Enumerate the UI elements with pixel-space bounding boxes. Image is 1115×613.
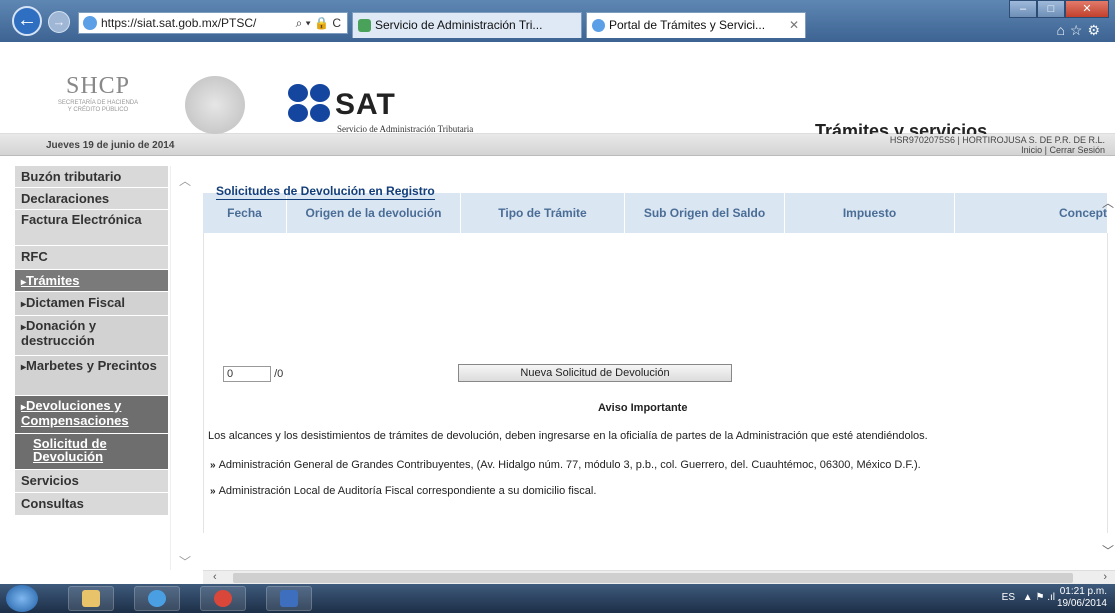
- pager: 0 /0: [223, 366, 283, 382]
- site-header: SHCP SECRETARÍA DE HACIENDA Y CRÉDITO PÚ…: [0, 42, 1115, 141]
- main-content: Fecha Origen de la devolución Tipo de Tr…: [203, 166, 1110, 570]
- sidebar-item-servicios[interactable]: Servicios: [15, 470, 168, 493]
- user-name: HSR9702075S6 | HORTIROJUSA S. DE P.R. DE…: [889, 135, 1105, 145]
- col-concepto: Concept: [955, 193, 1108, 233]
- explorer-taskbar-button[interactable]: [68, 586, 114, 611]
- tab-label: Portal de Trámites y Servici...: [609, 18, 766, 32]
- scroll-down-icon[interactable]: ﹀: [179, 553, 191, 570]
- chrome-icon: [214, 590, 232, 607]
- word-taskbar-button[interactable]: [266, 586, 312, 611]
- tray-icons[interactable]: ▲ ⚑ .ıl: [1023, 592, 1055, 603]
- user-info: HSR9702075S6 | HORTIROJUSA S. DE P.R. DE…: [890, 135, 1105, 155]
- chrome-taskbar-button[interactable]: [200, 586, 246, 611]
- sidebar-item-devoluciones[interactable]: Devoluciones y Compensaciones: [15, 396, 168, 434]
- word-icon: [280, 590, 298, 607]
- aviso-item-text: Administración Local de Auditoría Fiscal…: [218, 485, 597, 497]
- address-controls[interactable]: ⌕ ▾ 🔒 C: [296, 13, 341, 33]
- sidebar-item-label: Devoluciones y Compensaciones: [21, 398, 129, 428]
- minimize-button[interactable]: –: [1009, 0, 1037, 18]
- aviso-title: Aviso Importante: [598, 402, 688, 414]
- sidebar-item-declaraciones[interactable]: Declaraciones: [15, 188, 168, 210]
- page-input[interactable]: 0: [223, 366, 271, 382]
- sidebar-item-marbetes[interactable]: Marbetes y Precintos: [15, 356, 168, 396]
- sat-tab-icon: [358, 19, 371, 32]
- col-tipo: Tipo de Trámite: [461, 193, 625, 233]
- shcp-logo: SHCP SECRETARÍA DE HACIENDA Y CRÉDITO PÚ…: [18, 73, 178, 114]
- sidebar-item-label: Trámites: [26, 273, 80, 288]
- back-button[interactable]: ←: [12, 6, 42, 36]
- shcp-logo-subtext-2: Y CRÉDITO PÚBLICO: [67, 107, 129, 113]
- sidebar-scrollbar[interactable]: ︿ ﹀: [170, 166, 198, 570]
- sidebar-item-rfc[interactable]: RFC: [15, 246, 168, 270]
- ie-taskbar-button[interactable]: [134, 586, 180, 611]
- sidebar-item-label: Donación y destrucción: [21, 318, 97, 348]
- bullet-icon: »: [210, 486, 216, 497]
- sidebar: Buzón tributario Declaraciones Factura E…: [15, 166, 168, 570]
- scroll-thumb[interactable]: [233, 573, 1073, 583]
- clock-date: 19/06/2014: [1056, 598, 1107, 609]
- sidebar-item-tramites[interactable]: Trámites: [15, 270, 168, 292]
- main-vertical-scrollbar[interactable]: ︿ ﹀: [1100, 166, 1115, 570]
- language-indicator[interactable]: ES: [1002, 592, 1015, 603]
- current-date: Jueves 19 de junio de 2014: [46, 140, 175, 151]
- sidebar-item-label: Marbetes y Precintos: [26, 358, 157, 373]
- scroll-up-icon[interactable]: ︿: [1102, 194, 1114, 211]
- shcp-logo-text: SHCP: [65, 73, 131, 99]
- ie-page-icon: [83, 16, 97, 30]
- sidebar-item-donacion[interactable]: Donación y destrucción: [15, 316, 168, 356]
- sidebar-item-dictamen[interactable]: Dictamen Fiscal: [15, 292, 168, 316]
- tab-sat[interactable]: Servicio de Administración Tri...: [352, 12, 582, 38]
- scroll-right-icon[interactable]: ›: [1103, 571, 1107, 583]
- clock-time: 01:21 p.m.: [1059, 586, 1107, 597]
- col-sub-origen: Sub Origen del Saldo: [625, 193, 785, 233]
- aviso-item-grandes-contribuyentes: » Administración General de Grandes Contr…: [210, 459, 921, 471]
- address-bar[interactable]: https://siat.sat.gob.mx/PTSC/ ⌕ ▾ 🔒 C: [78, 12, 348, 34]
- ie-tab-icon: [592, 19, 605, 32]
- clock[interactable]: 01:21 p.m. 19/06/2014: [1057, 586, 1107, 610]
- tab-close-icon[interactable]: ✕: [789, 13, 799, 37]
- aviso-text: Los alcances y los desistimientos de trá…: [208, 430, 928, 442]
- forward-button[interactable]: →: [48, 11, 70, 33]
- sidebar-item-factura[interactable]: Factura Electrónica: [15, 210, 168, 246]
- tab-label: Servicio de Administración Tri...: [375, 18, 543, 32]
- tab-portal[interactable]: Portal de Trámites y Servici... ✕: [586, 12, 806, 38]
- sidebar-item-label: Dictamen Fiscal: [26, 295, 126, 310]
- folder-icon: [82, 590, 100, 607]
- window-controls: – □ ✕: [1009, 0, 1109, 20]
- aviso-item-text: Administración General de Grandes Contri…: [218, 459, 921, 471]
- maximize-button[interactable]: □: [1037, 0, 1065, 18]
- sidebar-item-buzon[interactable]: Buzón tributario: [15, 166, 168, 188]
- browser-toolbar: ← → https://siat.sat.gob.mx/PTSC/ ⌕ ▾ 🔒 …: [0, 0, 1115, 42]
- sidebar-item-consultas[interactable]: Consultas: [15, 493, 168, 516]
- sidebar-item-solicitud[interactable]: Solicitud de Devolución: [15, 434, 168, 470]
- scroll-left-icon[interactable]: ‹: [213, 571, 217, 583]
- mexico-crest-icon: [185, 76, 245, 134]
- home-favorites-settings-icons[interactable]: ⌂☆⚙: [1056, 22, 1105, 39]
- windows-taskbar: ES ▲ ⚑ .ıl 01:21 p.m. 19/06/2014: [0, 584, 1115, 613]
- inicio-link[interactable]: Inicio: [1021, 145, 1042, 155]
- scroll-down-icon[interactable]: ﹀: [1102, 542, 1114, 559]
- date-bar: Jueves 19 de junio de 2014 HSR9702075S6 …: [0, 134, 1115, 156]
- close-window-button[interactable]: ✕: [1065, 0, 1109, 18]
- scroll-up-icon[interactable]: ︿: [179, 172, 191, 189]
- internet-explorer-icon: [148, 590, 166, 607]
- start-button-icon[interactable]: [6, 585, 38, 612]
- cerrar-sesion-link[interactable]: Cerrar Sesión: [1049, 145, 1105, 155]
- address-url: https://siat.sat.gob.mx/PTSC/: [101, 16, 257, 30]
- link-separator: |: [1044, 145, 1047, 155]
- main-horizontal-scrollbar[interactable]: ‹ ›: [203, 570, 1115, 584]
- sat-logo-icon: [288, 84, 334, 124]
- new-solicitud-button[interactable]: Nueva Solicitud de Devolución: [458, 364, 732, 382]
- sat-logo-text: SAT: [335, 88, 396, 121]
- shcp-logo-subtext: SECRETARÍA DE HACIENDA: [57, 100, 139, 106]
- aviso-item-auditoria: » Administración Local de Auditoría Fisca…: [210, 485, 596, 497]
- sat-subtitle: Servicio de Administración Tributaria: [337, 124, 474, 134]
- bullet-icon: »: [210, 460, 216, 471]
- page-total: /0: [274, 367, 284, 380]
- section-title: Solicitudes de Devolución en Registro: [216, 184, 435, 200]
- col-impuesto: Impuesto: [785, 193, 955, 233]
